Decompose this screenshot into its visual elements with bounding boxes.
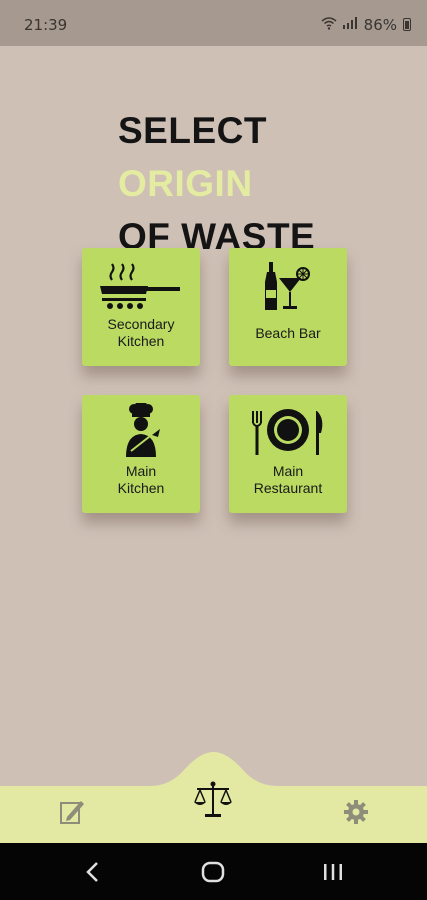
tile-main-restaurant[interactable]: Main Restaurant: [229, 395, 347, 513]
home-icon[interactable]: [198, 857, 228, 887]
system-nav-bar: [0, 843, 427, 900]
wifi-icon: [321, 17, 337, 30]
edit-icon[interactable]: [57, 797, 87, 827]
tile-label-line1: Secondary: [107, 316, 175, 332]
tile-label-line1: Beach Bar: [255, 325, 321, 341]
chef-icon: [126, 403, 160, 457]
tile-label-line2: Kitchen: [117, 480, 165, 496]
battery-icon: [403, 18, 411, 31]
status-bar: 21:39 86%: [0, 0, 427, 46]
recents-icon[interactable]: [318, 857, 348, 887]
plate-cutlery-icon: [252, 409, 323, 455]
tile-main-kitchen[interactable]: Main Kitchen: [82, 395, 200, 513]
battery-percent: 86%: [363, 16, 397, 34]
status-time: 21:39: [24, 16, 68, 34]
tile-secondary-kitchen[interactable]: Secondary Kitchen: [82, 248, 200, 366]
title-line-2: ORIGIN: [118, 163, 253, 204]
signal-icon: [343, 17, 357, 29]
bottle-cocktail-icon: [265, 262, 310, 310]
page-title: SELECT ORIGIN OF WASTE: [118, 104, 315, 263]
status-icons: [321, 16, 357, 30]
back-icon[interactable]: [78, 857, 108, 887]
tile-label-line2: Restaurant: [253, 480, 323, 496]
tile-beach-bar[interactable]: Beach Bar: [229, 248, 347, 366]
title-line-1: SELECT: [118, 110, 267, 151]
gear-icon[interactable]: [342, 798, 370, 826]
scale-icon[interactable]: [191, 778, 235, 822]
tile-label-line2: Kitchen: [117, 333, 165, 349]
tile-label-line1: Main: [272, 463, 304, 479]
frying-pan-icon: [100, 263, 180, 309]
main-content: SELECT ORIGIN OF WASTE Secondary Kitchen: [0, 46, 427, 786]
tile-label-line1: Main: [125, 463, 157, 479]
